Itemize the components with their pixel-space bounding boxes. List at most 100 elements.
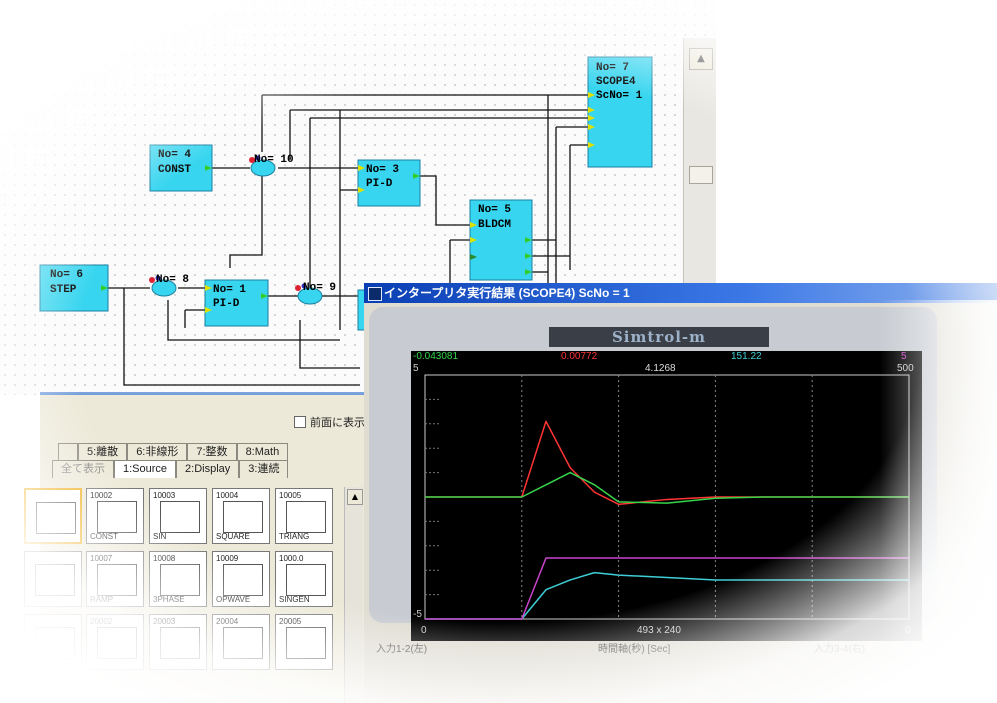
palette-block-number: 1000.0 <box>279 554 304 563</box>
palette-block-icon <box>286 627 326 659</box>
tab-discrete[interactable]: 5:離散 <box>78 443 128 461</box>
pid3-no: No= 3 <box>366 164 399 176</box>
bring-front-checkbox[interactable] <box>294 416 306 428</box>
palette-block-icon <box>286 501 326 533</box>
palette-block-icon <box>160 564 200 596</box>
palette-block-number: 10009 <box>216 554 239 563</box>
step-no: No= 6 <box>50 269 83 281</box>
palette-block-icon <box>223 627 263 659</box>
palette-block-number: 10005 <box>279 491 302 500</box>
palette-block-item[interactable]: 1000.0 SINGEN <box>275 551 333 607</box>
palette-block-icon <box>160 501 200 533</box>
palette-block-name: OPWAVE <box>216 595 251 604</box>
const-name: CONST <box>158 164 191 176</box>
palette-tab-row-2: 全て表示 1:Source 2:Display 3:連続 <box>52 460 289 478</box>
tab-continuous[interactable]: 3:連続 <box>239 460 289 478</box>
tab-nonlinear[interactable]: 6:非線形 <box>127 443 188 461</box>
y-axis-bottom-label: -5 <box>413 609 422 620</box>
palette-block-number: 10002 <box>90 491 113 500</box>
palette-block-number: 20005 <box>279 617 302 626</box>
palette-block-name: TRIANG <box>279 532 310 541</box>
palette-block-icon <box>160 627 200 659</box>
scope-plot <box>424 374 910 620</box>
palette-block-item[interactable] <box>24 551 82 607</box>
pid1-name: PI-D <box>213 298 240 310</box>
palette-block-number: 20002 <box>90 617 113 626</box>
palette-block-item[interactable]: 20003 <box>149 614 207 670</box>
palette-block-item[interactable]: 10002 CONST <box>86 488 144 544</box>
palette-block-icon <box>35 627 75 659</box>
palette-block-item[interactable]: 10008 3PHASE <box>149 551 207 607</box>
result-window-title-bar[interactable]: インタープリタ実行結果 (SCOPE4) ScNo = 1 <box>364 283 997 303</box>
scope-panel: Simtrol-m -0.043081 0.00772 4.1268 151.2… <box>369 307 937 641</box>
palette-block-icon <box>223 564 263 596</box>
series-line-3 <box>425 571 909 620</box>
footer-time-axis: 時間軸(秒) [Sec] <box>598 644 671 655</box>
footer-input-left: 入力1-2(左) <box>376 644 428 655</box>
palette-block-name: SQUARE <box>216 532 250 541</box>
palette-tab-row-1: 5:離散 6:非線形 7:整数 8:Math <box>58 443 289 461</box>
palette-block-number: 10007 <box>90 554 113 563</box>
palette-block-number: 20004 <box>216 617 239 626</box>
scroll-up-icon[interactable]: ▲ <box>347 489 363 505</box>
palette-block-number: 20003 <box>153 617 176 626</box>
tab-source[interactable]: 1:Source <box>114 460 177 478</box>
palette-scrollbar[interactable]: ▲ <box>344 487 363 703</box>
const-no: No= 4 <box>158 149 191 161</box>
simtrol-logo: Simtrol-m <box>549 327 769 347</box>
palette-block-name: 3PHASE <box>153 595 185 604</box>
palette-block-number: 10004 <box>216 491 239 500</box>
palette-block-item[interactable]: 10005 TRIANG <box>275 488 333 544</box>
bring-front-label: 前面に表示 <box>310 417 365 429</box>
palette-block-item[interactable]: 10004 SQUARE <box>212 488 270 544</box>
palette-block-icon <box>286 564 326 596</box>
series-line-4 <box>425 557 909 620</box>
palette-block-item[interactable] <box>24 488 82 544</box>
bring-front-option[interactable]: 前面に表示 <box>294 414 365 430</box>
palette-block-icon <box>97 501 137 533</box>
palette-block-icon <box>97 564 137 596</box>
palette-block-number: 10003 <box>153 491 176 500</box>
series-line-2 <box>425 471 909 504</box>
palette-block-item[interactable]: 10009 OPWAVE <box>212 551 270 607</box>
palette-block-item[interactable]: 10003 SIN <box>149 488 207 544</box>
bldcm-name: BLDCM <box>478 219 511 231</box>
sum9-label: No= 9 <box>303 282 336 294</box>
tab-hidden[interactable] <box>58 443 78 461</box>
palette-block-item[interactable]: 20005 <box>275 614 333 670</box>
series-line-1 <box>425 420 909 506</box>
palette-block-name: SIN <box>153 532 167 541</box>
palette-block-name: RAMP <box>90 595 114 604</box>
palette-block-item[interactable]: 20004 <box>212 614 270 670</box>
palette-block-icon <box>97 627 137 659</box>
palette-block-icon <box>223 501 263 533</box>
tab-display[interactable]: 2:Display <box>176 460 240 478</box>
footer-input-right: 入力3-4(右) <box>814 644 866 655</box>
pid1-no: No= 1 <box>213 284 246 296</box>
bldcm-no: No= 5 <box>478 204 511 216</box>
x-axis-right-label: 0 <box>905 625 911 636</box>
scope-size-label: 493 x 240 <box>637 625 681 636</box>
x-axis-left-label: 0 <box>421 625 427 636</box>
palette-block-name: CONST <box>90 532 118 541</box>
scope4-scno: ScNo= 1 <box>596 90 643 102</box>
pid3-name: PI-D <box>366 178 393 190</box>
window-icon <box>368 287 382 301</box>
interpreter-result-window: インタープリタ実行結果 (SCOPE4) ScNo = 1 Simtrol-m … <box>364 283 997 703</box>
palette-block-number: 10008 <box>153 554 176 563</box>
tab-integer[interactable]: 7:整数 <box>187 443 237 461</box>
sum10-label: No= 10 <box>254 154 294 166</box>
step-name: STEP <box>50 284 77 296</box>
palette-block-icon <box>35 564 75 596</box>
result-window-title: インタープリタ実行結果 (SCOPE4) ScNo = 1 <box>384 286 630 300</box>
scrollbar-thumb[interactable] <box>689 166 713 184</box>
palette-block-icon <box>36 502 76 534</box>
palette-block-item[interactable]: 10007 RAMP <box>86 551 144 607</box>
palette-block-item[interactable] <box>24 614 82 670</box>
tab-show-all[interactable]: 全て表示 <box>52 460 114 478</box>
sum8-label: No= 8 <box>156 274 189 286</box>
tab-math[interactable]: 8:Math <box>236 443 289 461</box>
palette-block-item[interactable]: 20002 <box>86 614 144 670</box>
scope-display[interactable]: -0.043081 0.00772 4.1268 151.22 5 5 500 … <box>411 351 922 641</box>
scroll-up-icon[interactable]: ▲ <box>689 48 713 70</box>
